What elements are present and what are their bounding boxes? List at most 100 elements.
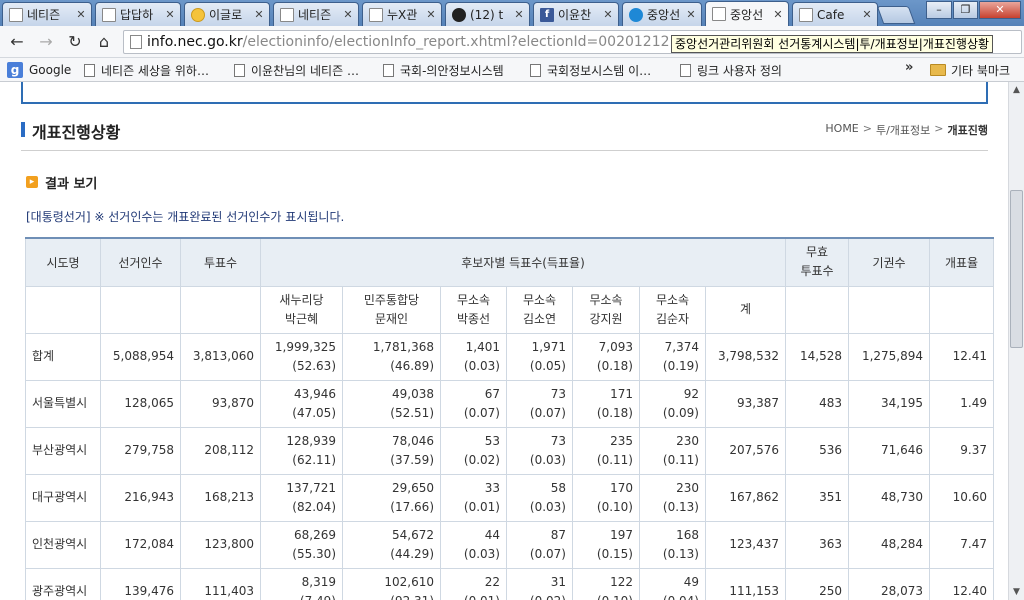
back-icon[interactable]: ← xyxy=(6,32,28,52)
region-cell: 부산광역시 xyxy=(25,426,101,475)
region-cell: 인천광역시 xyxy=(25,520,101,569)
region-cell: 서울특별시 xyxy=(25,379,101,428)
vertical-scrollbar[interactable]: ▲ ▼ xyxy=(1008,82,1024,600)
close-icon[interactable]: ✕ xyxy=(602,8,614,21)
vote-count: 128,939 xyxy=(286,433,336,448)
folder-icon xyxy=(930,64,946,76)
google-icon: g xyxy=(7,62,23,78)
browser-tab[interactable]: 네티즌 ✕ xyxy=(273,2,359,26)
browser-tab[interactable]: 누X관 ✕ xyxy=(362,2,442,26)
scroll-up-icon[interactable]: ▲ xyxy=(1009,82,1024,98)
close-icon[interactable]: ✕ xyxy=(253,8,265,21)
browser-tab[interactable]: f 이윤찬 ✕ xyxy=(533,2,619,26)
new-tab-button[interactable] xyxy=(876,6,916,24)
candidate-votes-cell: 7,374 (0.19) xyxy=(639,332,706,381)
minimize-button[interactable]: – xyxy=(926,1,952,19)
results-table: 시도명 선거인수 투표수 후보자별 득표수(득표율) 무효 투표수 기권수 개표… xyxy=(25,237,995,600)
vote-count: 102,610 xyxy=(384,574,434,589)
vote-count: 235 xyxy=(610,433,633,448)
close-icon[interactable]: ✕ xyxy=(513,8,525,21)
candidate-header: 무소속 박종선 xyxy=(440,285,507,334)
tab-title: 누X관 xyxy=(387,8,418,22)
breadcrumb-section[interactable]: 투/개표정보 xyxy=(876,122,930,138)
header-votes: 투표수 xyxy=(180,237,261,287)
candidate-votes-cell: 1,401 (0.03) xyxy=(440,332,507,381)
page-icon xyxy=(84,63,95,77)
bookmark-label: 네티즌 세상을 위하… xyxy=(101,63,209,78)
vote-count: 1,971 xyxy=(531,339,566,354)
chevron-right-icon[interactable]: » xyxy=(905,60,913,75)
header-empty xyxy=(180,285,261,334)
page-icon xyxy=(680,63,691,77)
counting-rate-cell: 7.47 xyxy=(929,520,995,569)
table-row: 서울특별시 128,065 93,870 43,946 (47.05) 49,038 (52… xyxy=(25,379,995,428)
home-icon[interactable]: ⌂ xyxy=(93,32,115,52)
electorate-cell: 172,084 xyxy=(100,520,181,569)
browser-tab[interactable]: (12) t ✕ xyxy=(445,2,530,26)
browser-tab[interactable]: 네티즌 ✕ xyxy=(2,2,92,26)
counting-rate-cell: 12.40 xyxy=(929,567,995,600)
chevron-right-icon: > xyxy=(934,122,944,135)
browser-tab-active[interactable]: 중앙선 ✕ xyxy=(705,1,789,26)
tab-title: (12) t xyxy=(470,7,504,22)
total-cell: 207,576 xyxy=(704,426,787,475)
vote-share: (0.11) xyxy=(662,452,699,467)
vote-count: 44 xyxy=(484,527,500,542)
maximize-button[interactable]: ❐ xyxy=(953,1,978,19)
other-bookmarks[interactable]: 기타 북마크 xyxy=(930,61,1010,79)
header-region: 시도명 xyxy=(25,237,101,287)
vote-share: (0.18) xyxy=(596,358,633,373)
close-icon[interactable]: ✕ xyxy=(772,8,784,21)
close-icon[interactable]: ✕ xyxy=(75,8,87,21)
vote-share: (0.13) xyxy=(662,546,699,561)
breadcrumb-home[interactable]: HOME xyxy=(825,122,858,138)
bookmark-google[interactable]: g Google xyxy=(7,61,71,79)
vote-count: 54,672 xyxy=(392,527,434,542)
vote-count: 78,046 xyxy=(392,433,434,448)
abstain-cell: 28,073 xyxy=(848,567,931,600)
candidate-votes-cell: 49 (0.04) xyxy=(639,567,706,600)
close-window-button[interactable]: ✕ xyxy=(979,1,1021,19)
header-abstain: 기권수 xyxy=(848,237,931,287)
vote-share: (62.11) xyxy=(292,452,336,467)
vote-share: (0.18) xyxy=(596,405,633,420)
vote-count: 170 xyxy=(610,480,633,495)
header-empty xyxy=(929,285,995,334)
scrollbar-thumb[interactable] xyxy=(1010,190,1023,348)
bookmark-item[interactable]: 링크 사용자 정의 xyxy=(680,61,782,79)
browser-tab[interactable]: Cafe ✕ xyxy=(792,2,878,26)
total-cell: 93,387 xyxy=(704,379,787,428)
page-icon xyxy=(102,7,116,22)
header-counting-rate: 개표율 xyxy=(929,237,995,287)
header-invalid: 무효 투표수 xyxy=(785,237,850,287)
close-icon[interactable]: ✕ xyxy=(342,8,354,21)
bookmark-label: 국회-의안정보시스템 xyxy=(400,63,504,78)
vote-share: (0.02) xyxy=(463,452,500,467)
close-icon[interactable]: ✕ xyxy=(425,8,437,21)
forward-icon[interactable]: → xyxy=(35,32,57,52)
scroll-down-icon[interactable]: ▼ xyxy=(1009,584,1024,600)
browser-tab[interactable]: 중앙선 ✕ xyxy=(622,2,702,26)
close-icon[interactable]: ✕ xyxy=(861,8,873,21)
reload-icon[interactable]: ↻ xyxy=(64,32,86,52)
candidate-votes-cell: 122 (0.10) xyxy=(572,567,640,600)
total-cell: 167,862 xyxy=(704,473,787,522)
browser-tab[interactable]: 이글로 ✕ xyxy=(184,2,270,26)
bookmark-item[interactable]: 국회-의안정보시스템 xyxy=(383,61,504,79)
abstain-cell: 34,195 xyxy=(848,379,931,428)
bookmark-label: 이윤찬님의 네티즌 … xyxy=(251,63,359,78)
close-icon[interactable]: ✕ xyxy=(685,8,697,21)
header-empty xyxy=(25,285,101,334)
tab-title: Cafe xyxy=(817,7,845,22)
facebook-icon: f xyxy=(540,7,554,22)
candidate-votes-cell: 230 (0.11) xyxy=(639,426,706,475)
bookmark-item[interactable]: 이윤찬님의 네티즌 … xyxy=(234,61,359,79)
bookmark-item[interactable]: 국회정보시스템 이… xyxy=(530,61,651,79)
browser-tab[interactable]: 답답하 ✕ xyxy=(95,2,181,26)
close-icon[interactable]: ✕ xyxy=(164,8,176,21)
votes-cell: 111,403 xyxy=(180,567,261,600)
vote-share: (0.07) xyxy=(529,405,566,420)
candidate-votes-cell: 73 (0.07) xyxy=(506,379,573,428)
bookmark-item[interactable]: 네티즌 세상을 위하… xyxy=(84,61,209,79)
abstain-cell: 48,284 xyxy=(848,520,931,569)
